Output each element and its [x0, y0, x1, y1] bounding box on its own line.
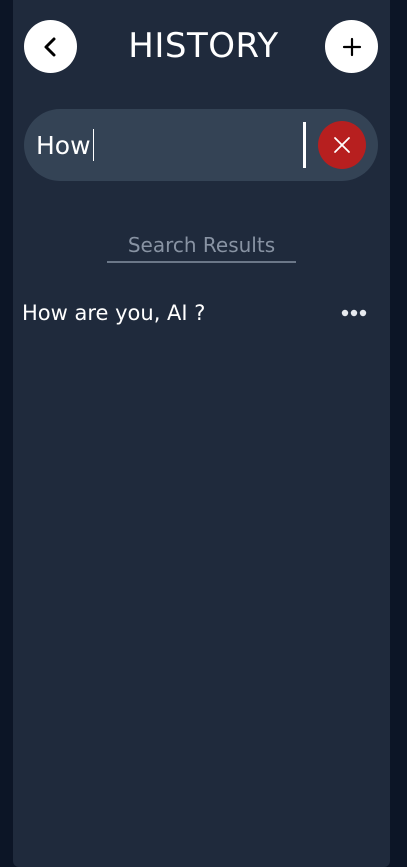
plus-icon [342, 37, 361, 56]
more-options-button[interactable] [340, 304, 368, 322]
close-icon [334, 137, 350, 153]
search-divider [303, 122, 306, 168]
search-bar [24, 109, 378, 181]
list-item[interactable]: How are you, AI ? [13, 292, 390, 334]
new-chat-button[interactable] [325, 20, 378, 73]
clear-search-button[interactable] [318, 121, 366, 169]
search-results-heading: Search Results [107, 231, 296, 263]
search-input[interactable] [36, 121, 298, 169]
text-caret [93, 129, 94, 161]
list-item-label[interactable]: How are you, AI ? [22, 296, 205, 330]
more-horizontal-icon [341, 309, 367, 317]
